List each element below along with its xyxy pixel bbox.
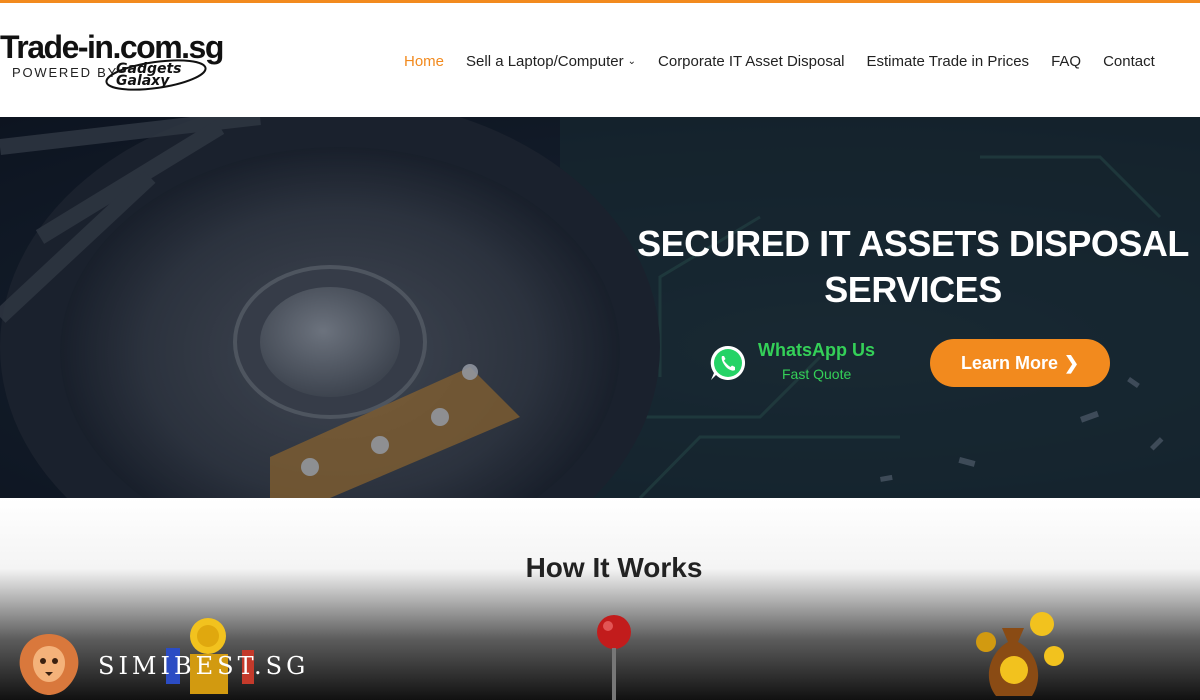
nav-item-corporate-disposal[interactable]: Corporate IT Asset Disposal (658, 53, 844, 70)
nav-item-label: Sell a Laptop/Computer (466, 53, 624, 70)
whatsapp-button[interactable]: WhatsApp Us Fast Quote (708, 339, 898, 389)
nav-item-faq[interactable]: FAQ (1051, 53, 1081, 70)
main-nav: Home Sell a Laptop/Computer ⌄ Corporate … (404, 53, 1177, 70)
hero-title-line-2: SERVICES (824, 269, 1002, 310)
logo-brand-text: Gadgets Galaxy (116, 61, 182, 89)
lion-icon (19, 634, 79, 695)
learn-more-button[interactable]: Learn More ❯ (930, 339, 1110, 387)
whatsapp-sublabel: Fast Quote (782, 366, 852, 382)
nav-item-label: Contact (1103, 53, 1155, 70)
hero-banner: SECURED IT ASSETS DISPOSAL SERVICES What… (0, 117, 1200, 498)
gadgets-galaxy-logo: Gadgets Galaxy (104, 59, 208, 91)
nav-item-estimate-prices[interactable]: Estimate Trade in Prices (867, 53, 1030, 70)
whatsapp-icon (710, 345, 746, 380)
nav-item-label: Estimate Trade in Prices (866, 53, 1030, 70)
whatsapp-label: WhatsApp Us (758, 340, 875, 360)
money-bag-illustration (976, 612, 1064, 696)
pin-illustration (597, 615, 631, 700)
how-it-works-title: How It Works (525, 552, 703, 583)
hero-title-line-1: SECURED IT ASSETS DISPOSAL (637, 223, 1189, 264)
nav-item-label: Corporate IT Asset Disposal (658, 53, 845, 70)
chevron-right-icon: ❯ (1063, 352, 1080, 373)
watermark-text: SIMIBEST.SG (98, 652, 310, 680)
nav-item-home[interactable]: Home (404, 53, 444, 70)
nav-item-sell-laptop[interactable]: Sell a Laptop/Computer ⌄ (466, 53, 636, 70)
nav-item-label: FAQ (1051, 53, 1082, 70)
logo-powered-by: POWERED BY (12, 65, 119, 80)
chevron-down-icon: ⌄ (627, 56, 637, 67)
learn-more-label: Learn More (960, 352, 1058, 373)
nav-item-contact[interactable]: Contact (1103, 53, 1155, 70)
site-header: Trade-in.com.sg POWERED BY Gadgets Galax… (0, 3, 1200, 117)
nav-item-label: Home (404, 53, 445, 70)
hero-title: SECURED IT ASSETS DISPOSAL SERVICES (628, 221, 1198, 313)
site-logo[interactable]: Trade-in.com.sg POWERED BY Gadgets Galax… (0, 29, 240, 99)
